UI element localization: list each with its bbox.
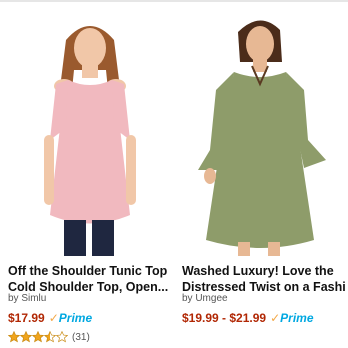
star-rating[interactable] xyxy=(8,331,68,343)
prime-check-icon: ✓ xyxy=(270,311,281,325)
product-image-2[interactable] xyxy=(176,10,344,256)
product-card-1[interactable]: Off the Shoulder Tunic Top Cold Shoulder… xyxy=(0,0,174,348)
star-full-icon xyxy=(20,331,32,343)
star-half-icon xyxy=(44,331,56,343)
rating-row-1[interactable]: (31) xyxy=(8,331,90,343)
product-image-1[interactable] xyxy=(6,10,174,256)
star-full-icon xyxy=(8,331,20,343)
prime-label-2: Prime xyxy=(280,311,314,325)
prime-badge-1: ✓ Prime xyxy=(49,311,92,325)
product-title-2[interactable]: Washed Luxury! Love the Distressed Twist… xyxy=(182,263,346,295)
star-empty-icon xyxy=(56,331,68,343)
review-count-1[interactable]: (31) xyxy=(72,332,90,343)
product-brand-1: by Simlu xyxy=(8,293,47,304)
product-title-1[interactable]: Off the Shoulder Tunic Top Cold Shoulder… xyxy=(8,263,172,295)
price-row-1: $17.99 ✓ Prime xyxy=(8,311,92,325)
star-full-icon xyxy=(32,331,44,343)
prime-badge-2: ✓ Prime xyxy=(270,311,313,325)
product-price-1: $17.99 xyxy=(8,311,45,325)
product-price-2: $19.99 - $21.99 xyxy=(182,311,267,325)
product-title-1-line1[interactable]: Off the Shoulder Tunic Top xyxy=(8,263,172,279)
price-row-2: $19.99 - $21.99 ✓ Prime xyxy=(182,311,314,325)
prime-label-1: Prime xyxy=(58,311,93,325)
product-title-2-line1[interactable]: Washed Luxury! Love the xyxy=(182,263,346,279)
product-brand-2: by Umgee xyxy=(182,293,228,304)
olive-dress-photo-icon xyxy=(176,10,344,256)
prime-check-icon: ✓ xyxy=(48,311,59,325)
product-card-2[interactable]: Washed Luxury! Love the Distressed Twist… xyxy=(176,0,346,348)
pink-tunic-photo-icon xyxy=(6,10,174,256)
